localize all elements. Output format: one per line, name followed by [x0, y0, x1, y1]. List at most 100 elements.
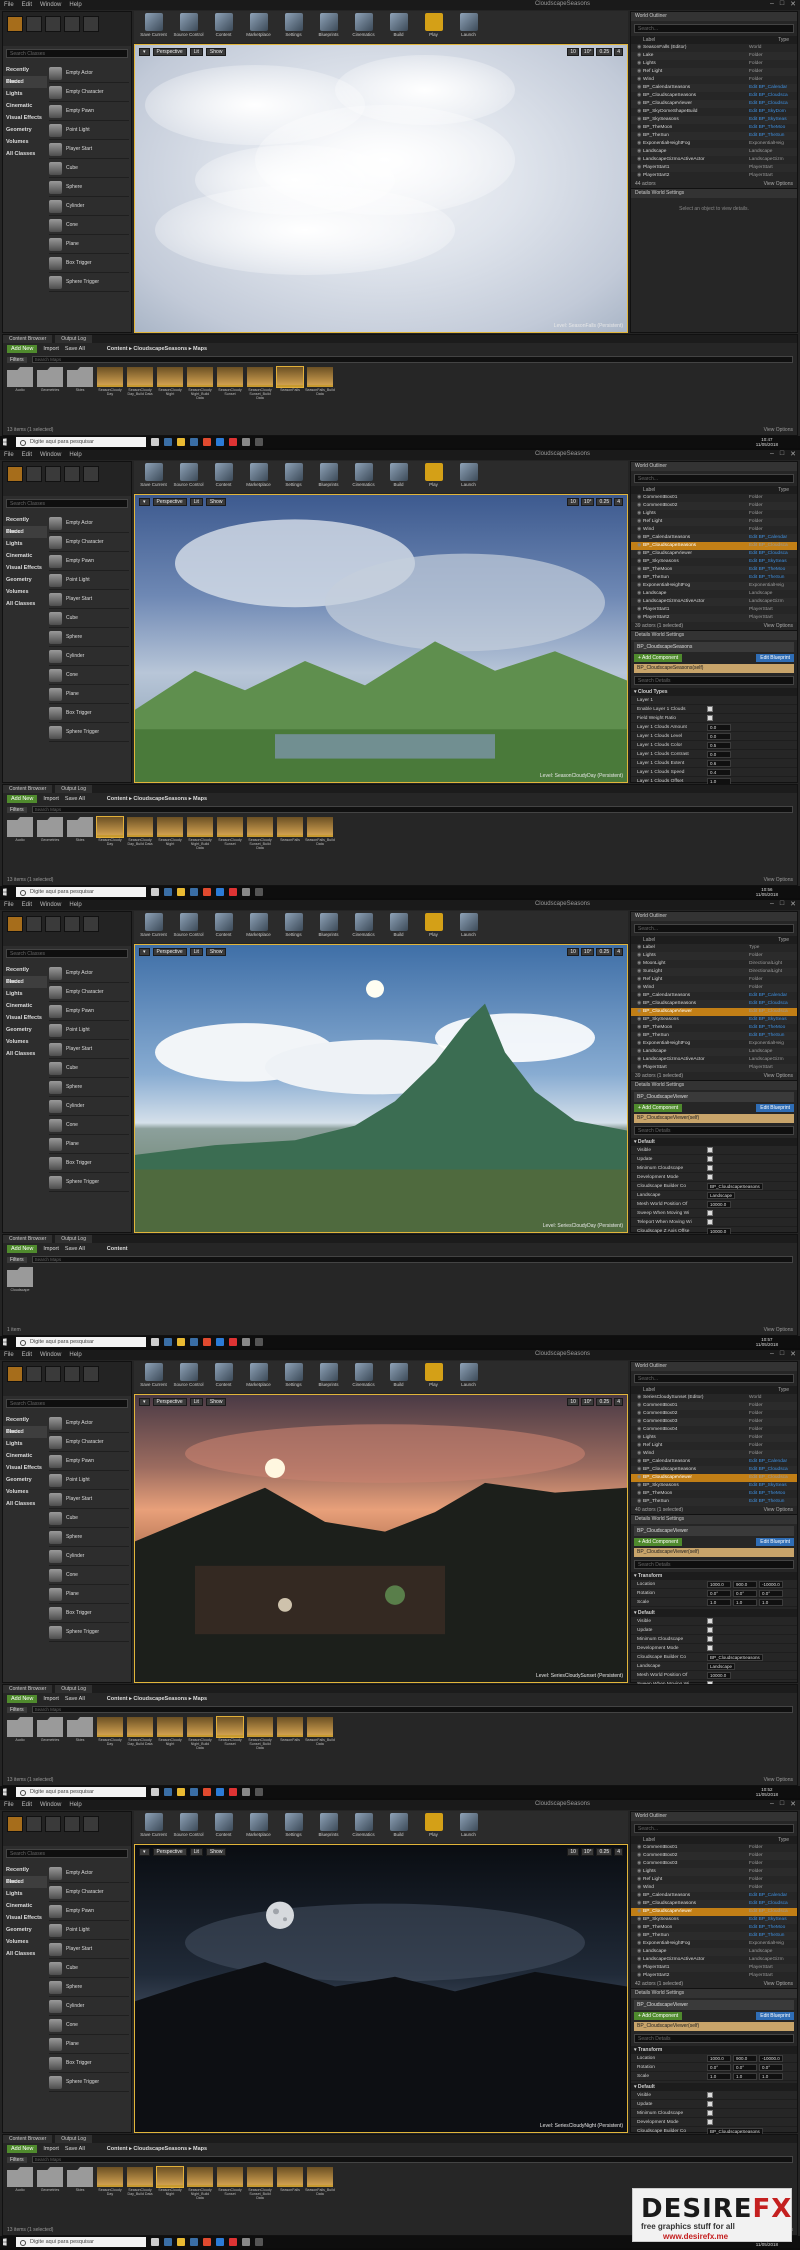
category-item[interactable]: Visual Effects — [3, 112, 47, 124]
toolbar-button[interactable]: Settings — [277, 13, 310, 41]
taskbar-app-icon[interactable] — [151, 2238, 159, 2246]
placeable-item[interactable]: Point Light — [49, 1471, 129, 1490]
placeable-item[interactable]: Cylinder — [49, 1097, 129, 1116]
menu-item[interactable]: Window — [40, 1802, 61, 1808]
actor-type[interactable]: Edit BP_TheSun — [749, 1498, 797, 1506]
menu-item[interactable]: Edit — [22, 2, 32, 8]
vector-field[interactable]: 900.0 — [733, 1580, 757, 1588]
toolbar-button[interactable]: Launch — [452, 913, 485, 941]
category-item[interactable]: All Classes — [3, 1948, 47, 1960]
placeable-item[interactable]: Plane — [49, 685, 129, 704]
outliner-row[interactable]: ◉ BP_CalendarSeasons Edit BP_Calendar — [631, 84, 797, 92]
vector-field[interactable]: 0.0° — [759, 2063, 783, 2071]
place-mode-icon[interactable] — [7, 1366, 23, 1382]
add-component-button[interactable]: + Add Component — [634, 1104, 683, 1112]
toolbar-button[interactable]: Save Current — [137, 1813, 170, 1841]
toolbar-button[interactable]: Marketplace — [242, 13, 275, 41]
asset-tile[interactable]: SeasonFalls_Build Data — [305, 367, 335, 400]
outliner-row[interactable]: ◉ CommentBox04 Folder — [631, 1426, 797, 1434]
snap-setting[interactable]: 10° — [580, 948, 595, 956]
outliner-row[interactable]: ◉ Lights Folder — [631, 1434, 797, 1442]
property-field[interactable]: 0.0 — [707, 732, 731, 740]
type-column-header[interactable]: Type — [778, 486, 789, 494]
menu-item[interactable]: Edit — [22, 1352, 32, 1358]
vector-field[interactable]: -10000.0 — [759, 2054, 783, 2062]
taskbar-app-icon[interactable] — [242, 1338, 250, 1346]
toolbar-button[interactable]: Build — [382, 913, 415, 941]
placeable-item[interactable]: Box Trigger — [49, 1604, 129, 1623]
label-column-header[interactable]: Label — [643, 1386, 655, 1394]
outliner-row[interactable]: ◉ Lights Folder — [631, 510, 797, 518]
taskbar-app-icon[interactable] — [242, 888, 250, 896]
viewport-button[interactable]: Perspective — [152, 1848, 187, 1856]
import-button[interactable]: Import — [43, 796, 59, 802]
edit-blueprint-button[interactable]: Edit Blueprint — [756, 654, 794, 662]
actor-type[interactable]: Edit BP_Cloudsca — [749, 1908, 797, 1916]
placeable-item[interactable]: Cone — [49, 2016, 129, 2035]
placeable-item[interactable]: Cube — [49, 159, 129, 178]
asset-tile[interactable]: SeasonCloudy Day_Build Data — [127, 817, 153, 850]
placeable-item[interactable]: Cylinder — [49, 1997, 129, 2016]
snap-setting[interactable]: 4 — [614, 948, 623, 956]
placeable-item[interactable]: Empty Pawn — [49, 552, 129, 571]
taskbar-search-input[interactable]: Digite aqui para pesquisar — [16, 437, 146, 447]
placeable-item[interactable]: Sphere — [49, 1528, 129, 1547]
category-item[interactable]: All Classes — [3, 1498, 47, 1510]
taskbar-app-icon[interactable] — [190, 438, 198, 446]
add-new-button[interactable]: Add New — [7, 1245, 38, 1253]
windows-start-icon[interactable] — [3, 2238, 7, 2246]
placeable-item[interactable]: Point Light — [49, 1921, 129, 1940]
category-item[interactable]: Basic — [3, 976, 47, 988]
asset-tile[interactable]: SeasonFalls — [276, 366, 304, 400]
property-field[interactable]: 0.0 — [707, 750, 731, 758]
category-item[interactable]: Geometry — [3, 124, 47, 136]
outliner-row[interactable]: ◉ SeasonFalls (Editor) World — [631, 44, 797, 52]
taskbar-app-icon[interactable] — [229, 1338, 237, 1346]
property-field[interactable]: 0.0 — [707, 723, 731, 731]
snap-setting[interactable]: 4 — [614, 1848, 623, 1856]
filters-button[interactable]: Filters — [7, 1256, 27, 1263]
viewport-button[interactable]: Show — [205, 1848, 227, 1856]
snap-setting[interactable]: 0.25 — [596, 1398, 613, 1406]
minimize-icon[interactable]: – — [770, 0, 774, 8]
menu-item[interactable]: Help — [69, 2, 81, 8]
viewport-options-button[interactable]: ▾ — [139, 948, 150, 956]
placeable-item[interactable]: Empty Actor — [49, 64, 129, 83]
view-options-button[interactable]: View Options — [764, 427, 793, 433]
property-field[interactable]: 0.6 — [707, 759, 731, 767]
viewport-options-button[interactable]: ▾ — [139, 498, 150, 506]
minimize-icon[interactable]: – — [770, 1350, 774, 1358]
outliner-row[interactable]: ◉ BP_CloudscapeSeasons Edit BP_Cloudsca — [631, 1466, 797, 1474]
cb-tab[interactable]: Content Browser — [3, 785, 53, 793]
asset-search-input[interactable]: Search Maps — [31, 356, 793, 363]
cb-tab[interactable]: Content Browser — [3, 1235, 53, 1243]
category-item[interactable]: Visual Effects — [3, 1912, 47, 1924]
placeable-item[interactable]: Cone — [49, 216, 129, 235]
outliner-row[interactable]: ◉ BP_CloudscapeViewer Edit BP_Cloudsca — [631, 1008, 797, 1016]
vector-field[interactable]: 1.0 — [707, 1598, 731, 1606]
foliage-mode-icon[interactable] — [64, 1816, 80, 1832]
vector-field[interactable]: 0.0° — [733, 2063, 757, 2071]
placeable-item[interactable]: Empty Pawn — [49, 1002, 129, 1021]
outliner-row[interactable]: ◉ BP_TheMoon Edit BP_TheMoo — [631, 1490, 797, 1498]
outliner-row[interactable]: ◉ BP_CalendarSeasons Edit BP_Calendar — [631, 534, 797, 542]
outliner-row[interactable]: ◉ LandscapeGizmoActiveActor LandscapeGizm — [631, 156, 797, 164]
taskbar-app-icon[interactable] — [216, 888, 224, 896]
property-checkbox[interactable] — [707, 1636, 713, 1642]
placeable-item[interactable]: Empty Character — [49, 1883, 129, 1902]
placeable-item[interactable]: Player Start — [49, 1040, 129, 1059]
windows-start-icon[interactable] — [3, 438, 7, 446]
outliner-row[interactable]: ◉ CommentBox03 Folder — [631, 1418, 797, 1426]
category-item[interactable]: Volumes — [3, 586, 47, 598]
taskbar-app-icon[interactable] — [177, 438, 185, 446]
snap-setting[interactable]: 10 — [567, 48, 579, 56]
content-path-breadcrumb[interactable]: Content ▸ CloudscapeSeasons ▸ Maps — [107, 1696, 207, 1702]
category-item[interactable]: Basic — [3, 1876, 47, 1888]
outliner-row[interactable]: ◉ CommentBox02 Folder — [631, 502, 797, 510]
asset-tile[interactable]: SeasonCloudy Day — [97, 1717, 123, 1750]
asset-tile[interactable]: SeasonCloudy Night_Build Data — [187, 2167, 213, 2200]
toolbar-button[interactable]: Play — [417, 13, 450, 41]
taskbar-app-icon[interactable] — [177, 1788, 185, 1796]
view-options-button[interactable]: View Options — [764, 1777, 793, 1783]
landscape-mode-icon[interactable] — [45, 1366, 61, 1382]
